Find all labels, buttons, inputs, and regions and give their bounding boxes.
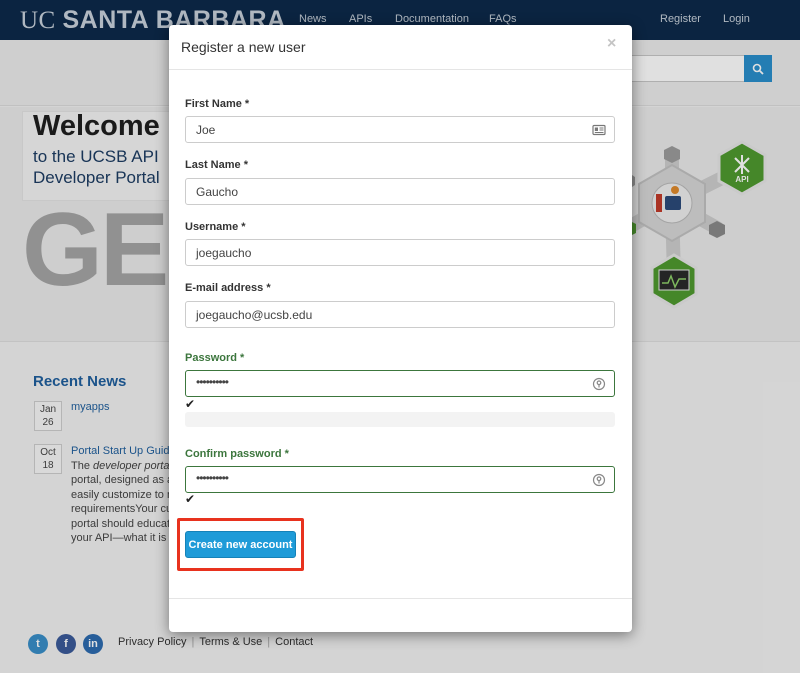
password-valid-check-icon: ✔ — [185, 397, 196, 411]
create-account-button[interactable]: Create new account — [185, 531, 296, 558]
email-field[interactable]: joegaucho@ucsb.edu — [185, 301, 615, 328]
last-name-value: Gaucho — [196, 185, 239, 199]
password-label: Password * — [185, 352, 245, 364]
password-value: •••••••••• — [196, 375, 229, 389]
username-label: Username * — [185, 221, 246, 233]
close-icon[interactable]: × — [607, 35, 616, 53]
email-label: E-mail address * — [185, 282, 271, 294]
first-name-value: Joe — [196, 123, 216, 137]
email-value: joegaucho@ucsb.edu — [196, 308, 313, 322]
last-name-label: Last Name * — [185, 159, 248, 171]
username-value: joegaucho — [196, 246, 252, 260]
modal-footer-divider — [169, 598, 632, 599]
confirm-password-value: •••••••••• — [196, 471, 229, 485]
first-name-label: First Name * — [185, 98, 250, 110]
contact-card-icon — [592, 124, 606, 136]
confirm-password-valid-check-icon: ✔ — [185, 492, 196, 506]
password-strength-bar — [185, 412, 615, 427]
username-field[interactable]: joegaucho — [185, 239, 615, 266]
confirm-password-key-icon — [592, 473, 606, 487]
confirm-password-label: Confirm password * — [185, 448, 289, 460]
modal-header: Register a new user × — [169, 25, 632, 70]
confirm-password-field[interactable]: •••••••••• — [185, 466, 615, 493]
first-name-field[interactable]: Joe — [185, 116, 615, 143]
password-field[interactable]: •••••••••• — [185, 370, 615, 397]
modal-title: Register a new user — [181, 39, 306, 55]
register-modal: Register a new user × First Name * Joe L… — [169, 25, 632, 632]
password-key-icon — [592, 377, 606, 391]
last-name-field[interactable]: Gaucho — [185, 178, 615, 205]
